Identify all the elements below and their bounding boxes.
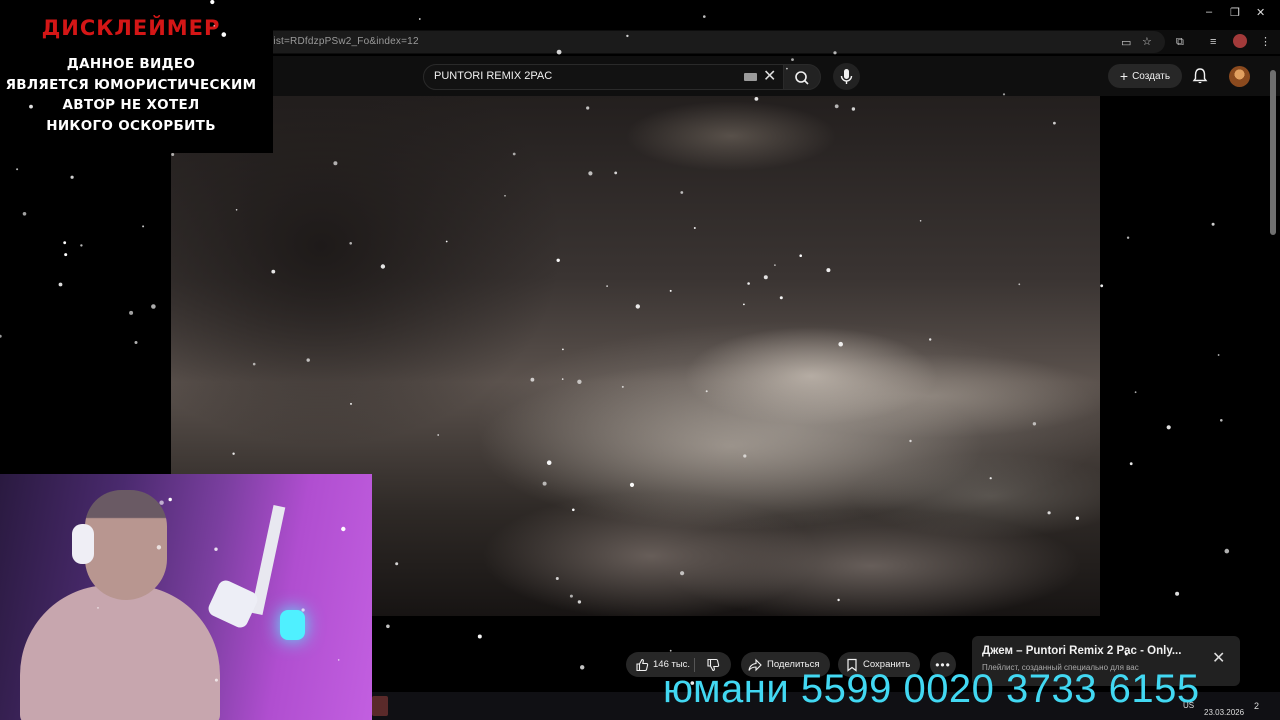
- disclaimer-overlay: ДИСКЛЕЙМЕР ДАННОЕ ВИДЕО ЯВЛЯЕТСЯ ЮМОРИСТ…: [0, 0, 273, 153]
- search-button[interactable]: [783, 64, 821, 90]
- star: [1166, 425, 1171, 430]
- close-window-icon[interactable]: ✕: [1256, 6, 1265, 19]
- notification-close-icon[interactable]: ✕: [1212, 648, 1225, 668]
- taskbar-app-icon[interactable]: [372, 696, 388, 716]
- system-date[interactable]: 23.03.2026: [1204, 708, 1244, 717]
- restore-icon[interactable]: ❐: [1230, 6, 1240, 19]
- media-controls-icon[interactable]: ≡: [1210, 35, 1216, 49]
- star: [58, 282, 63, 287]
- star: [703, 15, 706, 18]
- star: [1100, 284, 1104, 288]
- star: [129, 310, 134, 315]
- star: [142, 225, 145, 228]
- notification-count-badge[interactable]: 2: [1254, 701, 1259, 711]
- star: [22, 212, 27, 216]
- headphones: [72, 524, 94, 564]
- bookmark-star-icon[interactable]: ☆: [1142, 35, 1152, 49]
- cyan-light: [280, 610, 305, 640]
- notification-title: Джем – Puntori Remix 2 Pac - Only...: [982, 645, 1182, 657]
- keyboard-icon[interactable]: [744, 73, 757, 81]
- thumbs-up-icon: [636, 658, 649, 671]
- disclaimer-line: АВТОР НЕ ХОТЕЛ: [62, 97, 200, 113]
- star: [1129, 462, 1133, 466]
- disclaimer-line: НИКОГО ОСКОРБИТЬ: [46, 118, 216, 134]
- star: [1211, 222, 1215, 226]
- star: [418, 18, 421, 20]
- star: [1134, 391, 1137, 394]
- star: [1175, 591, 1180, 596]
- language-indicator[interactable]: US: [1183, 701, 1194, 710]
- extensions-icon[interactable]: ⧉: [1176, 35, 1184, 49]
- star: [63, 241, 67, 245]
- profile-icon[interactable]: [1233, 34, 1247, 48]
- address-bar-url: list=RDfdzpPSw2_Fo&index=12: [271, 36, 419, 47]
- notifications-bell-icon[interactable]: [1192, 67, 1208, 85]
- browser-menu-icon[interactable]: ⋮: [1260, 35, 1271, 49]
- star: [16, 168, 19, 171]
- star: [1220, 419, 1223, 422]
- star: [1224, 548, 1230, 554]
- create-button[interactable]: + Создать: [1108, 64, 1182, 88]
- microphone-icon: [840, 69, 853, 84]
- page-scrollbar[interactable]: [1270, 70, 1276, 235]
- search-input-value: PUNTORI REMIX 2PAC: [434, 70, 553, 82]
- star: [64, 253, 68, 257]
- star: [1217, 354, 1220, 356]
- star: [70, 175, 74, 179]
- disclaimer-line: ЯВЛЯЕТСЯ ЮМОРИСТИЧЕСКИМ: [5, 77, 257, 93]
- star: [151, 304, 156, 309]
- create-button-label: Создать: [1132, 70, 1171, 82]
- cast-icon[interactable]: ▭: [1121, 36, 1131, 50]
- voice-search-button[interactable]: [833, 63, 860, 90]
- star: [386, 624, 390, 629]
- disclaimer-title: ДИСКЛЕЙМЕР: [41, 16, 221, 40]
- disclaimer-line: ДАННОЕ ВИДЕО: [66, 56, 196, 72]
- search-icon: [795, 71, 809, 85]
- donation-text: юмани 5599 0020 3733 6155: [663, 667, 1200, 711]
- star: [80, 244, 83, 247]
- clear-search-icon[interactable]: ✕: [763, 66, 776, 86]
- plus-icon: +: [1119, 68, 1129, 84]
- star: [134, 341, 138, 344]
- minimize-icon[interactable]: –: [1206, 6, 1212, 18]
- star: [580, 665, 585, 670]
- star: [477, 634, 482, 639]
- account-avatar[interactable]: [1229, 66, 1250, 87]
- streamer-head: [85, 490, 167, 600]
- star: [1126, 236, 1130, 239]
- star: [0, 334, 2, 338]
